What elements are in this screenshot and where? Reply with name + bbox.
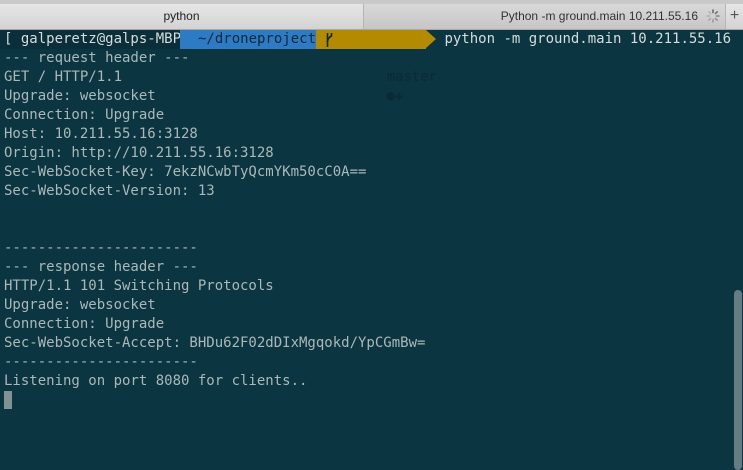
new-tab-button[interactable]: + — [725, 4, 743, 29]
shell-prompt: [ galperetz@galps-MBP ~/droneproject mas… — [0, 30, 743, 104]
tab-label: Python -m ground.main 10.211.55.16 — [500, 9, 698, 23]
command-text: python -m ground.main 10.211.55.16 — [444, 31, 732, 47]
output-line: Connection: Upgrade — [4, 316, 165, 332]
output-line: --- request header --- — [4, 50, 190, 66]
prompt-user-host: [ galperetz@galps-MBP — [0, 30, 181, 49]
output-line: Origin: http://10.211.55.16:3128 — [4, 145, 274, 161]
output-line: Host: 10.211.55.16:3128 — [4, 126, 198, 142]
prompt-directory: ~/droneproject — [180, 30, 316, 49]
output-line: GET / HTTP/1.1 — [4, 69, 123, 85]
output-line: ----------------------- — [4, 354, 198, 370]
scrollbar[interactable] — [734, 290, 742, 470]
output-line: Upgrade: websocket — [4, 88, 156, 104]
output-line: Sec-WebSocket-Version: 13 — [4, 183, 215, 199]
output-line: Sec-WebSocket-Accept: BHDu62F02dDIxMgqok… — [4, 335, 426, 351]
output-line: HTTP/1.1 101 Switching Protocols — [4, 278, 274, 294]
text-cursor — [4, 391, 12, 409]
prompt-git-segment: master ●✚ — [316, 30, 437, 104]
tab-python[interactable]: python — [0, 4, 363, 29]
tab-python-ground-main[interactable]: Python -m ground.main 10.211.55.16 — [363, 4, 726, 29]
tab-label: python — [163, 9, 200, 23]
spinner-icon — [706, 9, 720, 23]
prompt-separator — [426, 30, 436, 48]
output-line: Listening on port 8080 for clients.. — [4, 373, 308, 389]
output-line: Sec-WebSocket-Key: 7ekzNCwbTyQcmYKm50cC0… — [4, 164, 367, 180]
terminal-output: --- request header --- GET / HTTP/1.1 Upgr… — [4, 49, 425, 410]
terminal-view[interactable]: [ galperetz@galps-MBP ~/droneproject mas… — [0, 30, 743, 470]
tab-bar: python Python -m ground.main 10.211.55.1… — [0, 4, 743, 30]
output-line: Connection: Upgrade — [4, 107, 165, 123]
output-line: --- response header --- — [4, 259, 198, 275]
cursor-line — [4, 391, 425, 410]
output-line: ----------------------- — [4, 240, 198, 256]
output-line: Upgrade: websocket — [4, 297, 156, 313]
prompt-command: python -m ground.main 10.211.55.16 — [436, 30, 731, 49]
git-branch-icon — [326, 33, 333, 47]
